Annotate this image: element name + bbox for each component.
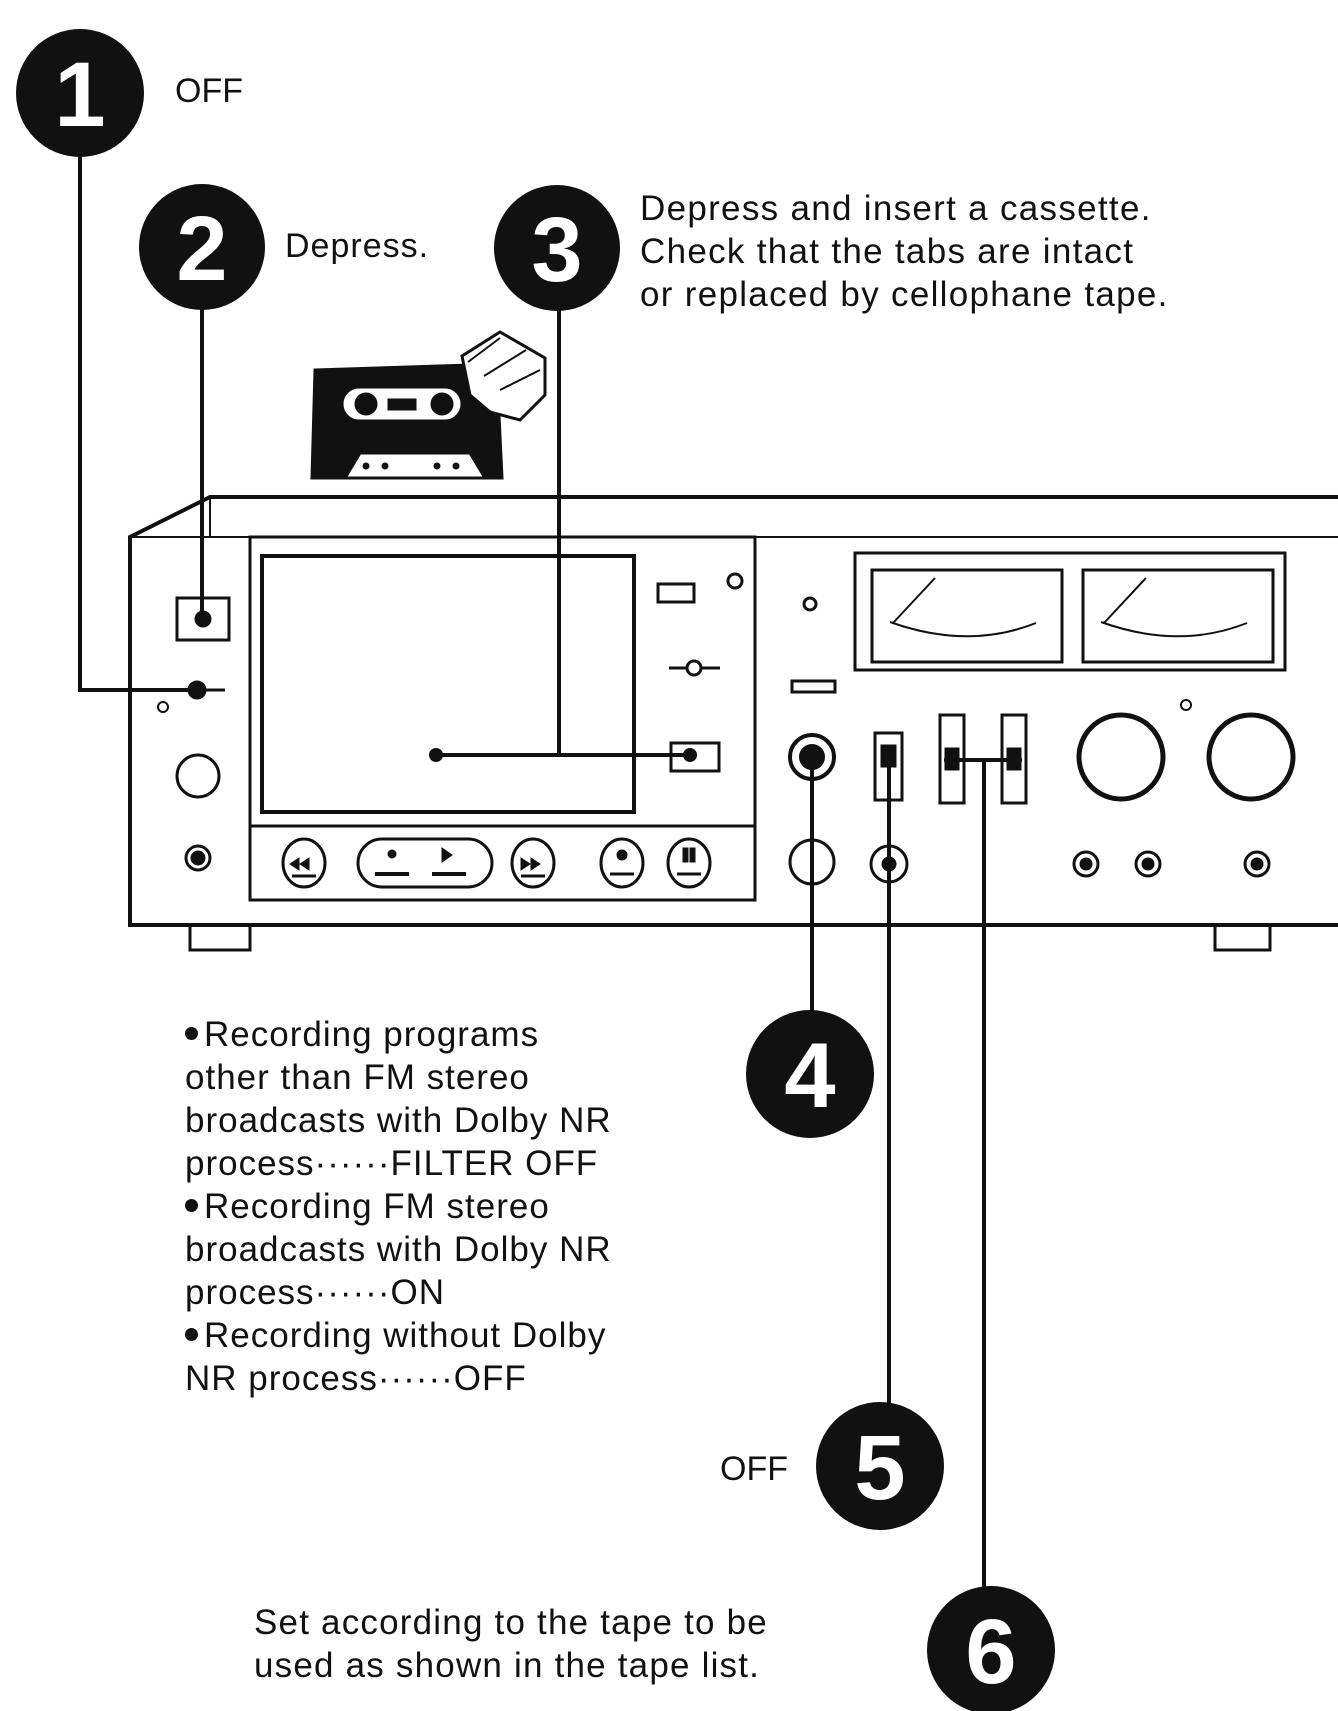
step-3-label: Depress and insert a cassette. Check tha… bbox=[640, 189, 1169, 314]
cassette-window bbox=[260, 554, 636, 814]
timer-knob bbox=[175, 753, 221, 799]
meter-indicator bbox=[802, 596, 818, 612]
cassette-illustration bbox=[310, 330, 547, 480]
cassette-compartment bbox=[248, 535, 757, 902]
cassette-deck bbox=[128, 495, 1338, 952]
step-2-label: Depress. bbox=[285, 227, 429, 265]
svg-text:or replaced by cellophane tape: or replaced by cellophane tape. bbox=[640, 275, 1169, 314]
step-number-4: 4 bbox=[784, 1025, 835, 1127]
svg-text:Set according to the tape to b: Set according to the tape to be bbox=[254, 1603, 768, 1642]
step-badge-3: 3 bbox=[494, 185, 620, 311]
step-6-label: Set according to the tape to be used as … bbox=[254, 1603, 768, 1685]
play-icon bbox=[441, 847, 453, 863]
bullet-icon bbox=[185, 1199, 198, 1212]
stop-icon bbox=[387, 849, 397, 859]
pause-key bbox=[666, 837, 712, 889]
cassette-reel-right bbox=[430, 392, 454, 416]
right-foot bbox=[1213, 925, 1272, 952]
headphone-jack-center bbox=[190, 850, 206, 866]
output-level-knob bbox=[1206, 712, 1296, 802]
counter-knob bbox=[685, 659, 703, 677]
fast-forward-icon bbox=[520, 857, 541, 871]
step-5-label: OFF bbox=[720, 1450, 788, 1488]
note-item: Recording without Dolby NR process······… bbox=[185, 1316, 607, 1398]
pause-icon bbox=[682, 847, 689, 863]
meter-needle-right bbox=[1103, 577, 1147, 624]
right-panel bbox=[788, 551, 1296, 886]
record-icon bbox=[616, 849, 628, 861]
meter-scale-right bbox=[1100, 621, 1248, 638]
step-number-6: 6 bbox=[965, 1601, 1016, 1703]
cassette-deck-diagram: 1 2 3 4 5 6 OFF Depress. OFF Depress and… bbox=[16, 29, 1338, 1711]
step-badge-4: 4 bbox=[746, 1010, 874, 1138]
deck-outline bbox=[128, 495, 1338, 927]
left-foot bbox=[188, 925, 252, 952]
compartment-frame bbox=[248, 535, 757, 902]
record-key bbox=[599, 837, 645, 889]
power-indicator bbox=[157, 701, 169, 713]
step-number-5: 5 bbox=[854, 1417, 905, 1519]
cassette-reel-left bbox=[354, 392, 378, 416]
leader-6 bbox=[952, 758, 1014, 1590]
svg-text:Check that the tabs are intact: Check that the tabs are intact bbox=[640, 232, 1134, 271]
left-controls bbox=[157, 596, 231, 872]
bullet-icon bbox=[185, 1027, 198, 1040]
compartment-indicator bbox=[726, 572, 744, 590]
step-number-3: 3 bbox=[531, 199, 582, 301]
step-4-notes: Recording programs other than FM stereo … bbox=[185, 1013, 745, 1400]
bullet-icon bbox=[185, 1328, 198, 1341]
step-badge-6: 6 bbox=[927, 1586, 1055, 1711]
step-badge-1: 1 bbox=[16, 29, 144, 157]
note-item: Recording FM stereo broadcasts with Dolb… bbox=[185, 1187, 612, 1312]
step-badge-2: 2 bbox=[139, 184, 265, 310]
step-number-2: 2 bbox=[176, 198, 227, 300]
right-indicator bbox=[1180, 699, 1192, 711]
step-number-1: 1 bbox=[54, 44, 105, 146]
rewind-icon bbox=[289, 857, 310, 871]
meter-scale-left bbox=[889, 621, 1037, 638]
step-1-label: OFF bbox=[175, 72, 243, 110]
note-item: Recording programs other than FM stereo … bbox=[185, 1015, 612, 1183]
svg-text:used as shown in the tape list: used as shown in the tape list. bbox=[254, 1646, 760, 1685]
play-stop-key bbox=[356, 837, 494, 889]
meter-lamp bbox=[790, 679, 837, 694]
svg-text:Depress and insert a cassette.: Depress and insert a cassette. bbox=[640, 189, 1152, 228]
transport-keys bbox=[281, 837, 712, 889]
step-badge-5: 5 bbox=[816, 1402, 944, 1530]
input-level-knob bbox=[1076, 712, 1166, 802]
meter-needle-left bbox=[892, 577, 936, 624]
counter-reset-button bbox=[656, 582, 696, 604]
